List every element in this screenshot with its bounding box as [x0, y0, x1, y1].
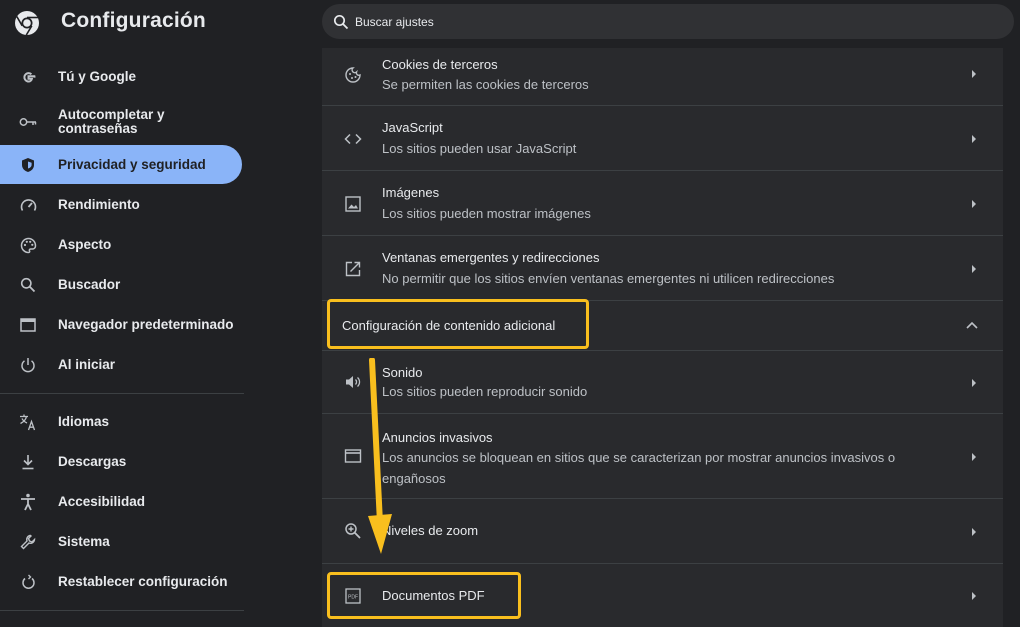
key-icon — [19, 113, 37, 131]
svg-text:PDF: PDF — [348, 595, 358, 601]
row-subtitle: No permitir que los sitios envíen ventan… — [382, 271, 835, 286]
chevron-right-icon — [972, 528, 976, 536]
sidebar-item-label: Buscador — [58, 277, 121, 292]
chevron-up-icon[interactable] — [966, 321, 978, 329]
chrome-logo-icon — [15, 11, 39, 36]
search-box[interactable] — [322, 4, 1014, 39]
additional-content-settings-toggle[interactable]: Configuración de contenido adicional — [322, 301, 1003, 351]
sidebar-item-reset[interactable]: Restablecer configuración — [0, 565, 242, 599]
row-title: Ventanas emergentes y redirecciones — [382, 250, 600, 265]
wrench-icon — [19, 533, 37, 551]
cookie-icon — [345, 67, 361, 83]
row-third-party-cookies[interactable]: Cookies de terceros Se permiten las cook… — [322, 48, 1003, 106]
sidebar-item-you-and-google[interactable]: Tú y Google — [0, 60, 242, 94]
row-sound[interactable]: Sonido Los sitios pueden reproducir soni… — [322, 351, 1003, 414]
row-title: Documentos PDF — [382, 588, 485, 603]
sidebar-item-default-browser[interactable]: Navegador predeterminado — [0, 308, 242, 342]
sidebar-item-search-engine[interactable]: Buscador — [0, 268, 242, 302]
section-title: Configuración de contenido adicional — [342, 318, 556, 333]
chevron-right-icon — [972, 379, 976, 387]
row-subtitle: Se permiten las cookies de terceros — [382, 77, 589, 92]
row-popups-redirects[interactable]: Ventanas emergentes y redirecciones No p… — [322, 236, 1003, 301]
code-icon — [344, 133, 362, 145]
sidebar-item-label: Rendimiento — [58, 197, 140, 212]
browser-window-icon — [19, 316, 37, 334]
download-icon — [19, 453, 37, 471]
sidebar-item-label: Descargas — [58, 454, 127, 469]
header: Configuración — [0, 0, 1020, 48]
chevron-right-icon — [972, 453, 976, 461]
row-title: Sonido — [382, 365, 423, 380]
reset-icon — [19, 573, 37, 591]
content-panel: Cookies de terceros Se permiten las cook… — [322, 48, 1003, 627]
sidebar-item-label: Restablecer configuración — [58, 574, 228, 589]
power-icon — [19, 356, 37, 374]
sidebar-item-label: Tú y Google — [58, 69, 137, 84]
sidebar-item-label: Navegador predeterminado — [58, 317, 234, 332]
chevron-right-icon — [972, 70, 976, 78]
translate-icon — [19, 413, 37, 431]
ad-window-icon — [344, 449, 362, 463]
google-g-icon — [19, 68, 37, 86]
row-pdf-documents[interactable]: PDF Documentos PDF — [322, 564, 1003, 627]
speaker-icon — [346, 376, 361, 388]
sidebar-item-appearance[interactable]: Aspecto — [0, 228, 242, 262]
speedometer-icon — [19, 196, 37, 214]
page-title: Configuración — [61, 9, 206, 32]
row-title: Anuncios invasivos — [382, 430, 493, 445]
palette-icon — [19, 236, 37, 254]
zoom-icon — [345, 523, 361, 539]
chevron-right-icon — [972, 135, 976, 143]
chevron-right-icon — [972, 592, 976, 600]
sidebar-item-label: Accesibilidad — [58, 494, 146, 509]
row-subtitle: Los anuncios se bloquean en sitios que s… — [382, 450, 896, 486]
sidebar-item-label: Al iniciar — [58, 357, 116, 372]
sidebar-item-label: Autocompletar y contraseñas — [58, 107, 165, 136]
sidebar-item-system[interactable]: Sistema — [0, 525, 242, 559]
row-subtitle: Los sitios pueden usar JavaScript — [382, 141, 577, 156]
row-intrusive-ads[interactable]: Anuncios invasivos Los anuncios se bloqu… — [322, 414, 1003, 499]
sidebar: Tú y Google Autocompletar y contraseñas … — [0, 48, 244, 627]
sidebar-item-performance[interactable]: Rendimiento — [0, 188, 242, 222]
sidebar-item-languages[interactable]: Idiomas — [0, 405, 242, 439]
search-input[interactable] — [355, 4, 995, 39]
row-title: Niveles de zoom — [382, 523, 479, 538]
search-icon — [19, 276, 37, 294]
sidebar-item-autofill[interactable]: Autocompletar y contraseñas — [0, 102, 242, 142]
row-javascript[interactable]: JavaScript Los sitios pueden usar JavaSc… — [322, 106, 1003, 171]
sidebar-item-label: Sistema — [58, 534, 110, 549]
sidebar-divider — [0, 610, 244, 611]
row-title: JavaScript — [382, 120, 443, 135]
row-subtitle: Los sitios pueden reproducir sonido — [382, 384, 588, 399]
sidebar-item-label: Privacidad y seguridad — [58, 156, 206, 172]
sidebar-item-privacy[interactable]: Privacidad y seguridad — [0, 145, 242, 184]
popup-icon — [345, 261, 361, 277]
pdf-icon: PDF — [345, 588, 361, 604]
chevron-right-icon — [972, 265, 976, 273]
row-title: Cookies de terceros — [382, 57, 498, 72]
image-icon — [345, 196, 361, 212]
sidebar-item-label: Aspecto — [58, 237, 112, 252]
sidebar-item-on-startup[interactable]: Al iniciar — [0, 348, 242, 382]
sidebar-divider — [0, 393, 244, 394]
row-images[interactable]: Imágenes Los sitios pueden mostrar imáge… — [322, 171, 1003, 236]
chevron-right-icon — [972, 200, 976, 208]
sidebar-item-accessibility[interactable]: Accesibilidad — [0, 485, 242, 519]
row-title: Imágenes — [382, 185, 440, 200]
sidebar-item-downloads[interactable]: Descargas — [0, 445, 242, 479]
shield-icon — [19, 156, 37, 174]
accessibility-icon — [19, 493, 37, 511]
row-subtitle: Los sitios pueden mostrar imágenes — [382, 206, 591, 221]
search-icon — [333, 14, 349, 30]
sidebar-item-label: Idiomas — [58, 414, 110, 429]
row-zoom-levels[interactable]: Niveles de zoom — [322, 499, 1003, 564]
scrollbar-track[interactable] — [1004, 48, 1020, 627]
